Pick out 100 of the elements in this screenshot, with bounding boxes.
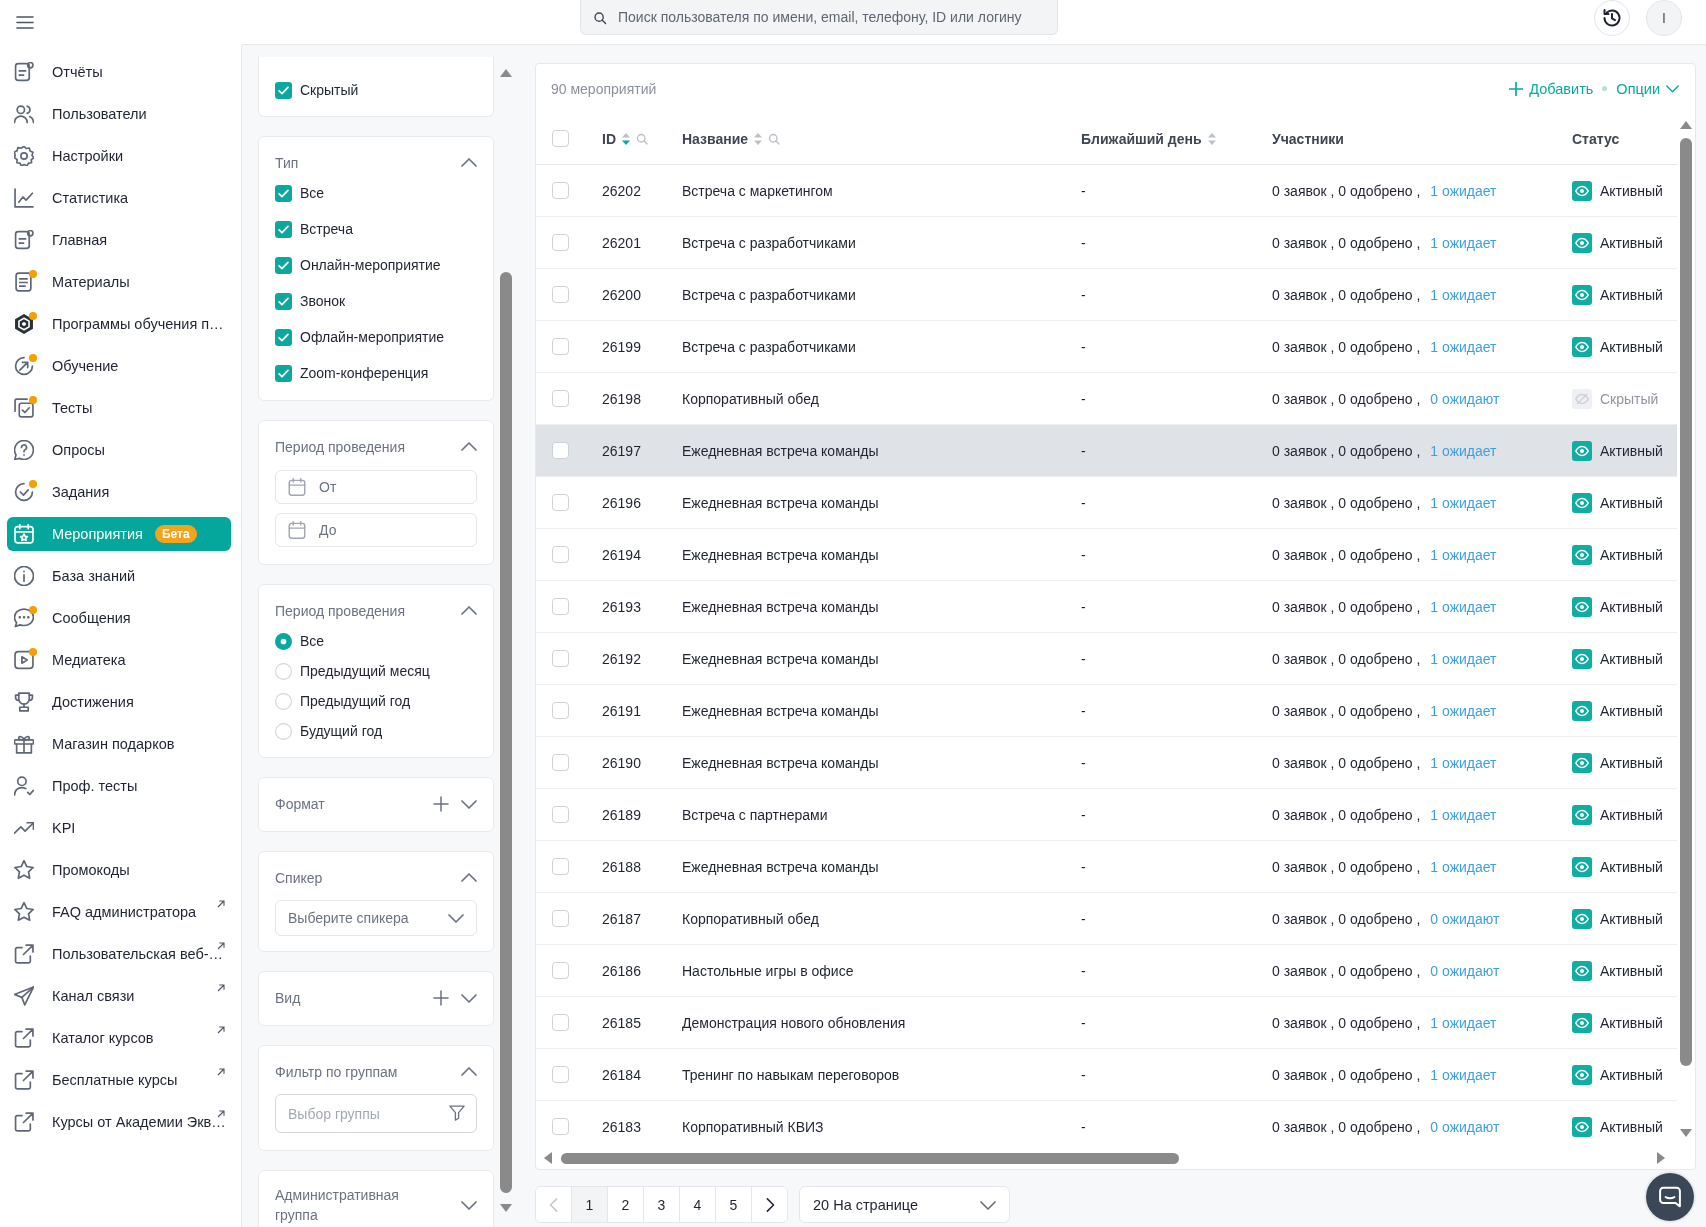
sidebar-item[interactable]: Достижения: [7, 685, 231, 719]
option-label: Все: [300, 185, 325, 201]
row-checkbox[interactable]: [552, 546, 569, 563]
sidebar-item[interactable]: Тесты: [7, 391, 231, 425]
checkbox[interactable]: [275, 256, 292, 274]
row-checkbox[interactable]: [552, 858, 569, 875]
row-checkbox[interactable]: [552, 338, 569, 355]
sidebar-item[interactable]: Сообщения: [7, 601, 231, 635]
radio-button[interactable]: [275, 692, 292, 710]
scroll-up-icon[interactable]: [500, 69, 512, 77]
id-cell: 26183: [602, 1118, 641, 1135]
sidebar-item[interactable]: Каталог курсов: [7, 1021, 231, 1055]
sidebar-item[interactable]: Пользователи: [7, 97, 231, 131]
sort-icon[interactable]: [622, 132, 630, 145]
sidebar-item[interactable]: Бесплатные курсы: [7, 1063, 231, 1097]
filter-title: Вид: [275, 989, 301, 1008]
row-checkbox[interactable]: [552, 234, 569, 251]
sidebar-item[interactable]: Медиатека: [7, 643, 231, 677]
row-checkbox[interactable]: [552, 910, 569, 927]
scroll-right-icon[interactable]: [1657, 1152, 1665, 1164]
scroll-down-icon[interactable]: [1680, 1129, 1692, 1137]
row-checkbox[interactable]: [552, 1014, 569, 1031]
scrollbar-thumb[interactable]: [561, 1152, 1179, 1164]
event-name-cell: Ежедневная встреча команды: [682, 546, 879, 563]
row-checkbox[interactable]: [552, 650, 569, 667]
sidebar-item[interactable]: Опросы: [7, 433, 231, 467]
scroll-left-icon[interactable]: [544, 1152, 552, 1164]
menu-icon[interactable]: [16, 16, 34, 29]
history-button[interactable]: [1594, 0, 1630, 36]
scroll-down-icon[interactable]: [500, 1204, 512, 1212]
search-icon[interactable]: [768, 132, 781, 145]
sidebar-item[interactable]: Задания: [7, 475, 231, 509]
radio-button[interactable]: [275, 722, 292, 740]
scrollbar-thumb[interactable]: [500, 272, 512, 1193]
sort-icon[interactable]: [754, 132, 763, 145]
group-search-field[interactable]: Выбор группы: [275, 1094, 477, 1133]
row-checkbox[interactable]: [552, 442, 569, 459]
sidebar-item[interactable]: Статистика: [7, 181, 231, 215]
play-icon: [14, 650, 34, 670]
sidebar-item[interactable]: FAQ администратора: [7, 895, 231, 929]
events-count: 90 мероприятий: [551, 80, 657, 97]
sidebar-item[interactable]: Программы обучения п…: [7, 307, 231, 341]
column-header[interactable]: ID: [602, 130, 616, 147]
sidebar-item[interactable]: Пользовательская веб-…: [7, 937, 231, 971]
scroll-up-icon[interactable]: [1680, 121, 1692, 129]
row-checkbox[interactable]: [552, 1118, 569, 1135]
sidebar-item[interactable]: База знаний: [7, 559, 231, 593]
external-link-icon: [14, 1070, 34, 1090]
checkbox[interactable]: [275, 292, 292, 310]
sidebar-item[interactable]: Канал связи: [7, 979, 231, 1013]
row-checkbox[interactable]: [552, 1066, 569, 1083]
plus-icon[interactable]: [433, 796, 449, 812]
id-cell: 26189: [602, 806, 641, 823]
row-checkbox[interactable]: [552, 598, 569, 615]
sidebar-item[interactable]: Материалы: [7, 265, 231, 299]
page-button[interactable]: 1: [571, 1187, 607, 1222]
info-icon: [14, 566, 34, 586]
row-checkbox[interactable]: [552, 754, 569, 771]
row-checkbox[interactable]: [552, 494, 569, 511]
radio-button[interactable]: [275, 662, 292, 680]
row-checkbox[interactable]: [552, 806, 569, 823]
sidebar-item[interactable]: Магазин подарков: [7, 727, 231, 761]
user-avatar[interactable]: I: [1646, 0, 1682, 36]
scrollbar-thumb[interactable]: [1680, 138, 1692, 1066]
date-field[interactable]: До: [275, 513, 477, 547]
event-name-cell: Корпоративный обед: [682, 390, 819, 407]
checkbox[interactable]: [275, 184, 292, 202]
search-icon[interactable]: [636, 132, 648, 145]
sidebar-item[interactable]: Курсы от Академии Экв…: [7, 1105, 231, 1139]
checkbox[interactable]: [275, 328, 292, 346]
checkbox[interactable]: [275, 81, 292, 99]
sidebar-item[interactable]: Главная: [7, 223, 231, 257]
select-all-checkbox[interactable]: [552, 130, 569, 147]
sidebar-item[interactable]: Настройки: [7, 139, 231, 173]
column-header[interactable]: Название: [682, 130, 749, 147]
sidebar-item[interactable]: KPI: [7, 811, 231, 845]
row-checkbox[interactable]: [552, 962, 569, 979]
row-checkbox[interactable]: [552, 702, 569, 719]
column-header[interactable]: Ближайший день: [1081, 130, 1202, 147]
filter-icon[interactable]: [449, 1105, 465, 1121]
sidebar-item[interactable]: Обучение: [7, 349, 231, 383]
search-field[interactable]: Поиск пользователя по имени, email, телефону, ID или логину: [580, 0, 1058, 35]
users-icon: [14, 104, 34, 124]
radio-button[interactable]: [275, 632, 292, 650]
report-icon: [14, 230, 34, 250]
date-field[interactable]: От: [275, 470, 477, 504]
checkbox[interactable]: [275, 220, 292, 238]
row-checkbox[interactable]: [552, 286, 569, 303]
next-page-button[interactable]: [751, 1187, 787, 1222]
page-size-select[interactable]: 20 На странице: [799, 1186, 1010, 1223]
sidebar-item[interactable]: Отчёты: [7, 55, 231, 89]
sidebar-item[interactable]: Промокоды: [7, 853, 231, 887]
row-checkbox[interactable]: [552, 390, 569, 407]
row-checkbox[interactable]: [552, 182, 569, 199]
plus-icon[interactable]: [433, 990, 449, 1006]
checkbox[interactable]: [275, 364, 292, 382]
sidebar-item[interactable]: Проф. тесты: [7, 769, 231, 803]
speaker-select[interactable]: Выберите спикера: [275, 900, 477, 936]
sort-icon[interactable]: [1207, 132, 1216, 145]
date-cell: -: [1081, 234, 1086, 251]
